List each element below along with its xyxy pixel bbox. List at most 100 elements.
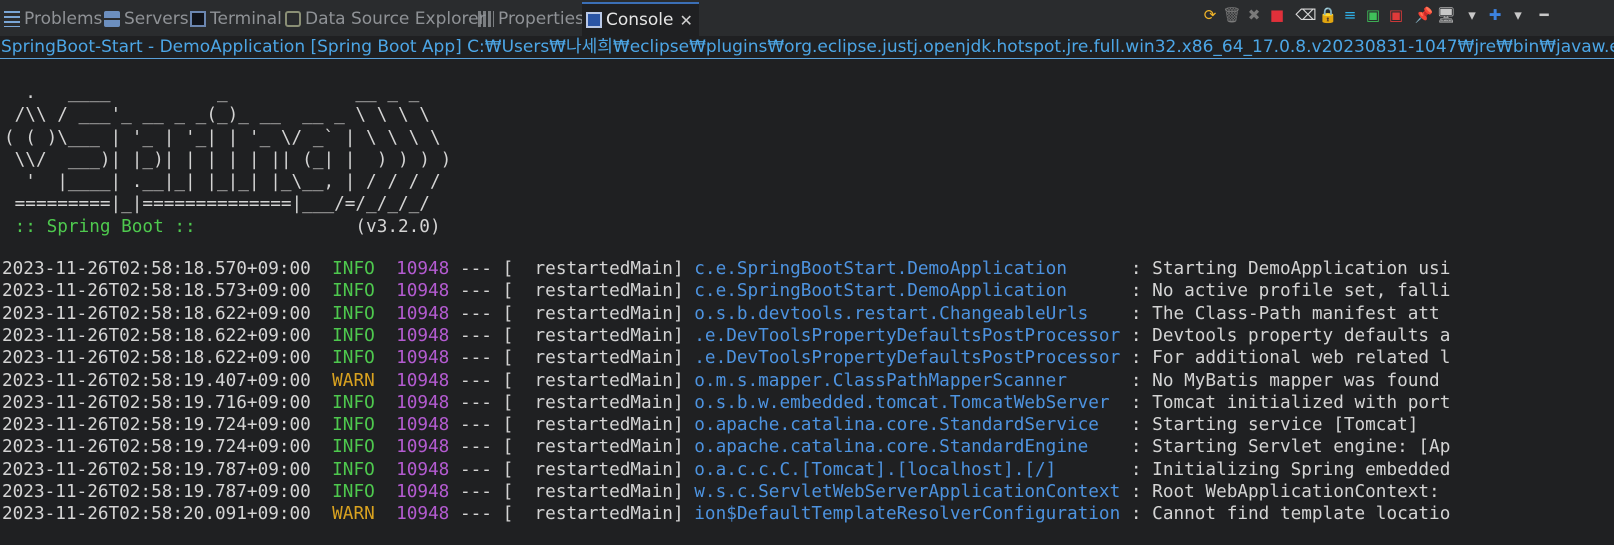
tab-label: Console — [606, 10, 674, 30]
log-logger: o.apache.catalina.core.StandardEngine — [694, 437, 1121, 458]
view-tab-bar: Problems Servers Terminal Data Source Ex… — [0, 0, 1614, 36]
show-console-stdout-icon[interactable]: ▣ — [1363, 4, 1383, 26]
banner-line: ( ( )\___ | '_ | '_| | '_ \/ _` | \ \ \ … — [4, 127, 441, 148]
log-separator: --- — [459, 325, 492, 346]
log-thread: [ restartedMain] — [502, 415, 684, 436]
log-level: INFO — [332, 259, 375, 279]
log-thread: [ restartedMain] — [502, 392, 684, 413]
log-separator: --- — [459, 392, 492, 413]
log-logger: .e.DevToolsPropertyDefaultsPostProcessor — [694, 348, 1121, 369]
log-message: : Devtools property defaults a — [1130, 325, 1451, 346]
log-timestamp: 2023-11-26T02:58:20.091+09:00 — [2, 504, 311, 525]
log-line: 2023-11-26T02:58:19.787+09:00 INFO 10948… — [2, 481, 1440, 503]
log-message: : Starting service [Tomcat] — [1130, 415, 1419, 436]
servers-icon — [104, 11, 120, 27]
log-message: : For additional web related l — [1130, 348, 1451, 369]
log-level: INFO — [332, 415, 375, 436]
log-timestamp: 2023-11-26T02:58:19.716+09:00 — [2, 392, 311, 413]
log-message: : The Class-Path manifest att — [1130, 303, 1440, 324]
spring-boot-version: (v3.2.0) — [206, 216, 441, 237]
log-thread: [ restartedMain] — [502, 482, 684, 502]
log-logger: o.s.b.w.embedded.tomcat.TomcatWebServer — [694, 392, 1121, 413]
log-logger: o.s.b.devtools.restart.ChangeableUrls — [694, 303, 1121, 324]
log-thread: [ restartedMain] — [502, 437, 684, 458]
terminate-icon[interactable]: ■ — [1267, 4, 1287, 26]
tab-label: Properties — [498, 9, 584, 29]
log-timestamp: 2023-11-26T02:58:19.787+09:00 — [2, 482, 311, 502]
data-source-explorer-icon — [285, 11, 301, 27]
tab-data-source-explorer[interactable]: Data Source Explorer — [285, 4, 486, 34]
log-line: 2023-11-26T02:58:19.724+09:00 INFO 10948… — [2, 436, 1450, 458]
log-line: 2023-11-26T02:58:19.724+09:00 INFO 10948… — [2, 414, 1418, 436]
console-output[interactable]: . ____ _ __ _ _ /\\ / ___'_ __ _ _(_)_ _… — [0, 60, 1614, 545]
display-selected-console-icon[interactable]: 🖥 — [1436, 4, 1456, 26]
log-level: INFO — [332, 482, 375, 502]
log-line: 2023-11-26T02:58:18.622+09:00 INFO 10948… — [2, 303, 1440, 325]
log-level: INFO — [332, 281, 375, 302]
console-icon — [586, 12, 602, 28]
clear-console-icon[interactable]: ⌫ — [1295, 4, 1316, 26]
log-level: INFO — [332, 348, 375, 369]
close-icon[interactable]: ✕ — [680, 11, 693, 30]
banner-line: \\/ ___)| |_)| | | | | || (_| | ) ) ) ) — [14, 149, 452, 170]
remove-all-terminated-icon[interactable]: ✖ — [1244, 4, 1264, 26]
banner-line: =========|_|==============|___/=/_/_/_/ — [14, 194, 430, 215]
banner-line: /\\ / ___'_ __ _ _(_)_ __ __ _ \ \ \ \ — [14, 105, 430, 126]
log-level: WARN — [332, 504, 375, 525]
log-message: : No MyBatis mapper was found — [1130, 370, 1440, 391]
log-line: 2023-11-26T02:58:18.573+09:00 INFO 10948… — [2, 280, 1450, 302]
log-pid: 10948 — [396, 303, 450, 324]
log-level: INFO — [332, 303, 375, 324]
log-level: INFO — [332, 325, 375, 346]
log-pid: 10948 — [396, 348, 450, 369]
display-dropdown-icon[interactable]: ▾ — [1462, 4, 1482, 26]
log-line: 2023-11-26T02:58:18.622+09:00 INFO 10948… — [2, 347, 1450, 369]
log-thread: [ restartedMain] — [502, 459, 684, 480]
scroll-lock-icon[interactable]: 🔒 — [1318, 4, 1338, 26]
tab-servers[interactable]: Servers — [104, 4, 189, 34]
refresh-icon[interactable]: ⟳ — [1200, 4, 1220, 26]
log-timestamp: 2023-11-26T02:58:18.622+09:00 — [2, 303, 311, 324]
tab-label: Servers — [124, 9, 189, 29]
word-wrap-icon[interactable]: ≡ — [1340, 4, 1360, 26]
banner-line: . ____ _ __ _ _ — [25, 83, 420, 103]
banner-line: ' |____| .__|_| |_|_| |_\__, | / / / / — [25, 172, 441, 193]
log-line: 2023-11-26T02:58:18.622+09:00 INFO 10948… — [2, 325, 1450, 347]
log-pid: 10948 — [396, 504, 450, 525]
tab-console[interactable]: Console ✕ — [582, 2, 699, 36]
log-line: 2023-11-26T02:58:19.407+09:00 WARN 10948… — [2, 370, 1440, 392]
log-level: WARN — [332, 370, 375, 391]
log-pid: 10948 — [396, 259, 450, 279]
log-separator: --- — [459, 348, 492, 369]
log-timestamp: 2023-11-26T02:58:19.724+09:00 — [2, 437, 311, 458]
open-console-icon[interactable]: ✚ — [1485, 4, 1505, 26]
log-message: : Tomcat initialized with port — [1130, 392, 1451, 413]
log-line: 2023-11-26T02:58:20.091+09:00 WARN 10948… — [2, 503, 1450, 525]
log-thread: [ restartedMain] — [502, 504, 684, 525]
tab-label: Data Source Explorer — [305, 9, 486, 29]
spring-boot-banner: . ____ _ __ _ _ /\\ / ___'_ __ _ _(_)_ _… — [4, 82, 451, 238]
minimize-icon[interactable]: ━ — [1534, 4, 1554, 26]
log-pid: 10948 — [396, 482, 450, 502]
log-pid: 10948 — [396, 392, 450, 413]
tab-properties[interactable]: Properties — [478, 4, 584, 34]
tab-problems[interactable]: Problems — [4, 4, 102, 34]
show-console-stderr-icon[interactable]: ▣ — [1386, 4, 1406, 26]
log-timestamp: 2023-11-26T02:58:18.622+09:00 — [2, 325, 311, 346]
log-thread: [ restartedMain] — [502, 303, 684, 324]
log-pid: 10948 — [396, 325, 450, 346]
log-logger: c.e.SpringBootStart.DemoApplication — [694, 281, 1121, 302]
log-timestamp: 2023-11-26T02:58:18.622+09:00 — [2, 348, 311, 369]
log-message: : Initializing Spring embedded — [1130, 459, 1451, 480]
log-thread: [ restartedMain] — [502, 348, 684, 369]
remove-launch-icon[interactable]: 🗑 — [1222, 4, 1242, 26]
tab-label: Problems — [24, 9, 103, 29]
log-logger: .e.DevToolsPropertyDefaultsPostProcessor — [694, 325, 1121, 346]
tab-terminal[interactable]: Terminal — [190, 4, 282, 34]
log-message: : Starting Servlet engine: [Ap — [1130, 437, 1451, 458]
tab-label: Terminal — [210, 9, 282, 29]
open-dropdown-icon[interactable]: ▾ — [1508, 4, 1528, 26]
log-logger: ion$DefaultTemplateResolverConfiguration — [694, 504, 1121, 525]
pin-console-icon[interactable]: 📌 — [1414, 4, 1434, 26]
log-separator: --- — [459, 482, 492, 502]
